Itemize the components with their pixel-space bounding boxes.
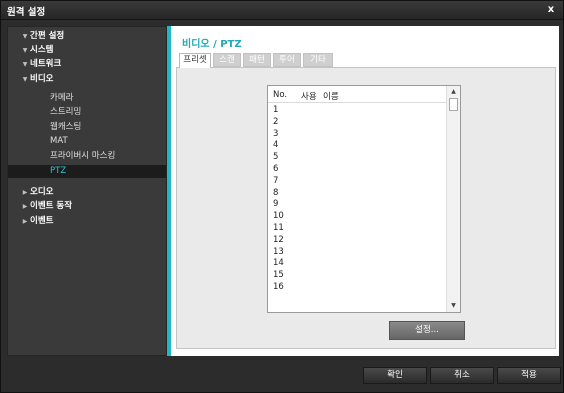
list-item[interactable]: 1	[268, 105, 446, 117]
sidebar-item-label: 비디오	[30, 74, 54, 84]
sidebar-item-label: 간편 설정	[30, 31, 65, 41]
expanded-triangle-icon: ▼	[22, 61, 28, 68]
list-item[interactable]: 4	[268, 140, 446, 152]
list-item[interactable]: 7	[268, 176, 446, 188]
tab-4[interactable]: 투어	[273, 53, 301, 67]
sidebar-item-label: 이벤트	[30, 216, 54, 226]
scroll-up-arrow-icon[interactable]: ▲	[447, 86, 460, 98]
preset-tab-panel: No. 사용 이름 1 2 3 4 5 6 7 8 9 10 11 12 13 14 15 16 ▲ ▼ 설정…	[176, 67, 556, 349]
sidebar-item-2[interactable]: ▼ 시스템	[8, 44, 166, 57]
page-title: 비디오 / PTZ	[182, 39, 242, 50]
scroll-down-arrow-icon[interactable]: ▼	[447, 300, 460, 312]
tab-3[interactable]: 패턴	[243, 53, 271, 67]
settings-button[interactable]: 설정...	[389, 321, 465, 340]
collapsed-triangle-icon: ▶	[22, 189, 28, 196]
sidebar-item-label: 스트리밍	[50, 107, 82, 117]
list-item[interactable]: 14	[268, 258, 446, 270]
list-item[interactable]: 16	[268, 282, 446, 294]
sidebar-item-label: 이벤트 동작	[30, 201, 73, 211]
sidebar-item-label: 시스템	[30, 45, 54, 55]
list-item[interactable]: 15	[268, 270, 446, 282]
list-item[interactable]: 13	[268, 247, 446, 259]
list-item[interactable]: 9	[268, 199, 446, 211]
sidebar-item-7[interactable]: 웹캐스팅	[8, 121, 166, 134]
list-item[interactable]: 11	[268, 223, 446, 235]
list-item[interactable]: 12	[268, 235, 446, 247]
column-header-no[interactable]: No.	[273, 90, 287, 100]
list-item[interactable]: 5	[268, 152, 446, 164]
expanded-triangle-icon: ▼	[22, 33, 28, 40]
sidebar-item-9[interactable]: 프라이버시 마스킹	[8, 150, 166, 163]
tab-2[interactable]: 스캔	[213, 53, 241, 67]
sidebar-item-11[interactable]: ▶ 오디오	[8, 186, 166, 199]
list-item[interactable]: 2	[268, 117, 446, 129]
sidebar-item-label: 네트워크	[30, 59, 62, 69]
apply-button[interactable]: 적용	[497, 367, 561, 384]
sidebar-item-label: PTZ	[50, 166, 67, 176]
sidebar-item-12[interactable]: ▶ 이벤트 동작	[8, 200, 166, 213]
scroll-thumb[interactable]	[449, 98, 458, 111]
title-bar: 원격 설정 x	[1, 1, 563, 20]
sidebar-item-3[interactable]: ▼ 네트워크	[8, 58, 166, 71]
window-title: 원격 설정	[7, 7, 46, 18]
sidebar-item-label: 프라이버시 마스킹	[50, 151, 116, 161]
close-button[interactable]: x	[545, 3, 557, 16]
list-scrollbar[interactable]: ▲ ▼	[446, 86, 460, 312]
sidebar-item-label: 오디오	[30, 187, 54, 197]
list-item[interactable]: 8	[268, 188, 446, 200]
list-item[interactable]: 6	[268, 164, 446, 176]
sidebar-item-label: MAT	[50, 136, 68, 146]
collapsed-triangle-icon: ▶	[22, 218, 28, 225]
tab-5[interactable]: 기타	[303, 53, 333, 67]
list-rows: 1 2 3 4 5 6 7 8 9 10 11 12 13 14 15 16	[268, 105, 446, 294]
preset-list[interactable]: No. 사용 이름 1 2 3 4 5 6 7 8 9 10 11 12 13 14 15 16 ▲ ▼	[267, 85, 461, 313]
cancel-button[interactable]: 취소	[430, 367, 494, 384]
sidebar-item-13[interactable]: ▶ 이벤트	[8, 215, 166, 228]
remote-settings-window: 원격 설정 x ▼ 간편 설정 ▼ 시스템 ▼ 네트워크 ▼ 비디오 카메라 스트리밍 웹캐스팅 MA…	[0, 0, 564, 393]
sidebar-item-1[interactable]: ▼ 간편 설정	[8, 30, 166, 43]
sidebar-nav: ▼ 간편 설정 ▼ 시스템 ▼ 네트워크 ▼ 비디오 카메라 스트리밍 웹캐스팅 MAT 프라이버시 마…	[7, 26, 167, 356]
ok-button[interactable]: 확인	[363, 367, 427, 384]
expanded-triangle-icon: ▼	[22, 47, 28, 54]
column-header-use[interactable]: 사용	[301, 90, 317, 102]
list-header: No. 사용 이름	[268, 86, 446, 103]
tab-1[interactable]: 프리셋	[179, 53, 211, 68]
main-content: 비디오 / PTZ 프리셋 스캔 패턴 투어 기타 No. 사용 이름 12345678…	[171, 26, 559, 356]
list-item[interactable]: 10	[268, 211, 446, 223]
sidebar-item-4[interactable]: ▼ 비디오	[8, 73, 166, 86]
sidebar-item-label: 웹캐스팅	[50, 122, 82, 132]
list-item[interactable]: 3	[268, 129, 446, 141]
sidebar-item-5[interactable]: 카메라	[8, 92, 166, 105]
column-header-name[interactable]: 이름	[323, 90, 339, 102]
sidebar-item-8[interactable]: MAT	[8, 135, 166, 148]
sidebar-item-10[interactable]: PTZ	[8, 165, 166, 178]
sidebar-item-label: 카메라	[50, 93, 74, 103]
sidebar-item-6[interactable]: 스트리밍	[8, 106, 166, 119]
expanded-triangle-icon: ▼	[22, 76, 28, 83]
collapsed-triangle-icon: ▶	[22, 203, 28, 210]
